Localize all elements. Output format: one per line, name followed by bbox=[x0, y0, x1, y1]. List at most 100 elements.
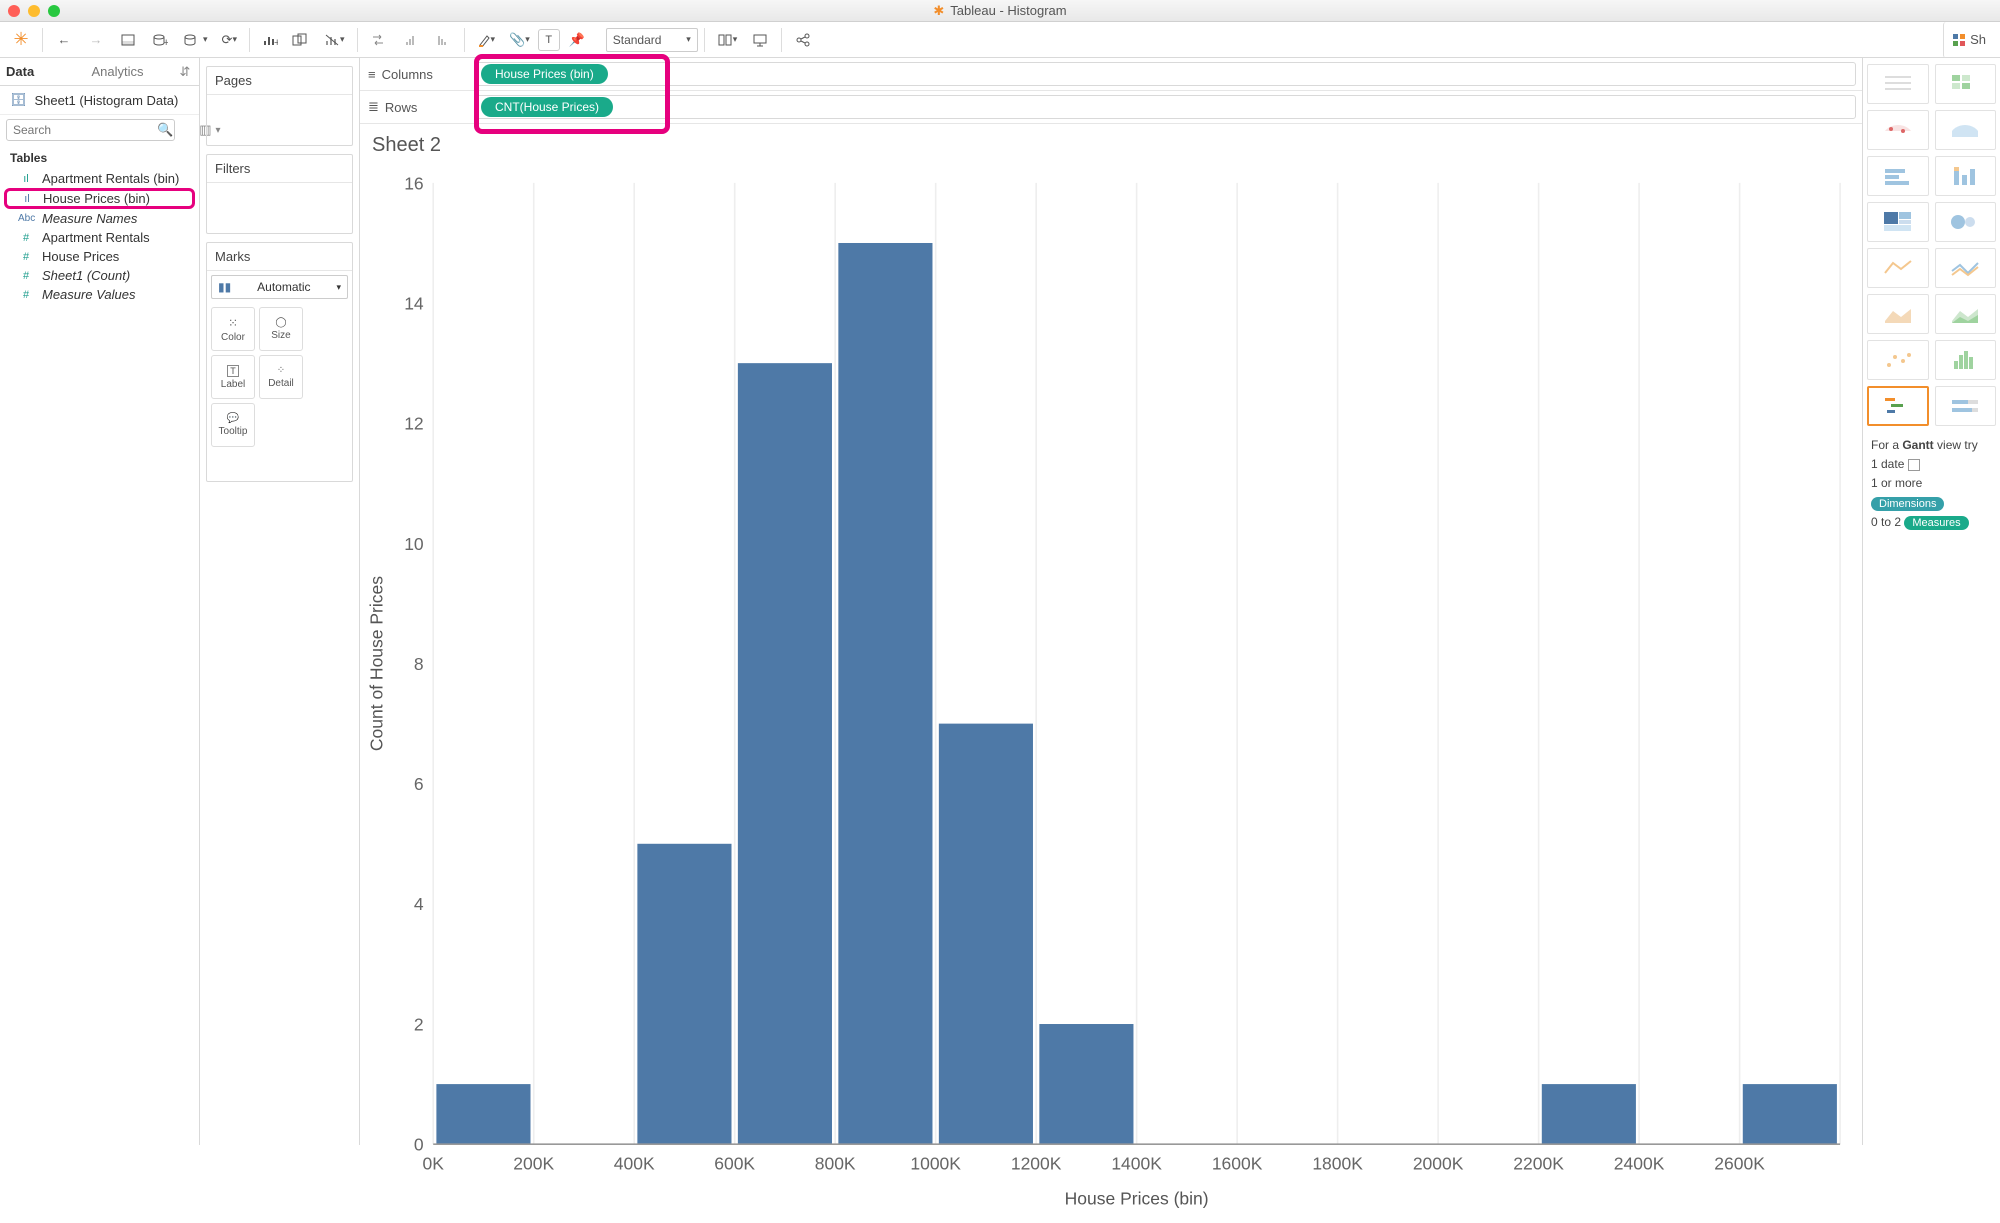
marks-label-button[interactable]: TLabel bbox=[211, 355, 255, 399]
field-measure-values[interactable]: #Measure Values bbox=[0, 285, 199, 304]
field-apartment-rentals-bin[interactable]: ılApartment Rentals (bin) bbox=[0, 169, 199, 188]
show-me-label: Sh bbox=[1970, 32, 1986, 47]
svg-text:1200K: 1200K bbox=[1011, 1154, 1062, 1174]
tab-analytics[interactable]: Analytics bbox=[86, 58, 172, 85]
chart-canvas[interactable]: 02468101214160K200K400K600K800K1000K1200… bbox=[360, 167, 1856, 1220]
sm-horiz-bar[interactable] bbox=[1867, 156, 1929, 196]
sm-scatter[interactable] bbox=[1867, 340, 1929, 380]
marks-type-selector[interactable]: ▮▮ Automatic ▾ bbox=[211, 275, 348, 299]
show-me-panel: For a Gantt view try 1 date 1 or more Di… bbox=[1862, 58, 2000, 1145]
svg-text:+: + bbox=[274, 37, 278, 47]
sm-map-filled[interactable] bbox=[1935, 110, 1997, 150]
sheet-title[interactable]: Sheet 2 bbox=[360, 124, 1862, 167]
tag-measures: Measures bbox=[1904, 516, 1968, 530]
new-datasource-button[interactable]: + bbox=[145, 26, 175, 54]
hint-text: 0 to 2 bbox=[1871, 515, 1904, 529]
swap-button[interactable] bbox=[364, 26, 394, 54]
columns-label: Columns bbox=[382, 67, 433, 82]
sm-line-disc[interactable] bbox=[1867, 248, 1929, 288]
sm-area-cont[interactable] bbox=[1935, 294, 1997, 334]
field-label: Sheet1 (Count) bbox=[42, 268, 130, 283]
window-traffic-lights bbox=[8, 5, 60, 17]
field-measure-names[interactable]: AbcMeasure Names bbox=[0, 209, 199, 228]
svg-text:1800K: 1800K bbox=[1312, 1154, 1363, 1174]
worksheet-area: ≡Columns House Prices (bin) ≣Rows CNT(Ho… bbox=[360, 58, 1862, 1145]
field-label: House Prices (bin) bbox=[43, 191, 150, 206]
svg-text:1600K: 1600K bbox=[1212, 1154, 1263, 1174]
field-apartment-rentals[interactable]: #Apartment Rentals bbox=[0, 228, 199, 247]
sm-stacked-bar[interactable] bbox=[1935, 156, 1997, 196]
marks-color-button[interactable]: ⁙Color bbox=[211, 307, 255, 351]
sort-asc-button[interactable] bbox=[396, 26, 426, 54]
rows-shelf[interactable]: ≣Rows CNT(House Prices) bbox=[360, 91, 1862, 124]
pin-button[interactable]: 📌 bbox=[562, 26, 592, 54]
zoom-window-icon[interactable] bbox=[48, 5, 60, 17]
close-window-icon[interactable] bbox=[8, 5, 20, 17]
tableau-logo-button[interactable]: ✳ bbox=[6, 26, 36, 54]
presentation-button[interactable] bbox=[745, 26, 775, 54]
highlight-button[interactable]: ▾ bbox=[471, 26, 502, 54]
sm-map-symbol[interactable] bbox=[1867, 110, 1929, 150]
columns-pill[interactable]: House Prices (bin) bbox=[481, 64, 608, 84]
show-me-button[interactable]: Sh bbox=[1943, 22, 1994, 58]
marks-type-label: Automatic bbox=[257, 280, 310, 294]
show-cards-button[interactable]: ▾ bbox=[711, 26, 744, 54]
marks-tooltip-button[interactable]: 💬Tooltip bbox=[211, 403, 255, 447]
rows-pill[interactable]: CNT(House Prices) bbox=[481, 97, 613, 117]
svg-text:2: 2 bbox=[414, 1014, 424, 1034]
bin-icon: ıl bbox=[19, 193, 35, 205]
sm-histogram[interactable] bbox=[1935, 340, 1997, 380]
sm-text-table[interactable] bbox=[1867, 64, 1929, 104]
group-button[interactable]: 📎▾ bbox=[503, 26, 536, 54]
tab-menu-icon[interactable]: ⇵ bbox=[171, 58, 199, 85]
tooltip-icon: 💬 bbox=[227, 413, 239, 424]
number-icon: # bbox=[18, 251, 34, 263]
field-house-prices-bin[interactable]: ıl House Prices (bin) bbox=[4, 188, 195, 209]
field-label: Apartment Rentals bbox=[42, 230, 150, 245]
new-worksheet-button[interactable]: + bbox=[256, 26, 284, 54]
sort-desc-button[interactable] bbox=[428, 26, 458, 54]
datasource-row[interactable]: 🗄 Sheet1 (Histogram Data) bbox=[0, 86, 199, 115]
sm-heat-map[interactable] bbox=[1935, 64, 1997, 104]
clear-sheet-button[interactable]: ▾ bbox=[318, 26, 351, 54]
refresh-button[interactable]: ⟳▾ bbox=[216, 26, 243, 54]
sm-gantt[interactable] bbox=[1867, 386, 1929, 426]
sm-line-cont[interactable] bbox=[1935, 248, 1997, 288]
abc-icon: Abc bbox=[18, 213, 34, 224]
field-label: House Prices bbox=[42, 249, 119, 264]
svg-text:200K: 200K bbox=[513, 1154, 554, 1174]
detail-icon: ⁘ bbox=[277, 365, 285, 376]
pages-card[interactable]: Pages bbox=[206, 66, 353, 146]
new-sheet-button[interactable]: ▾ bbox=[177, 26, 214, 54]
marks-detail-button[interactable]: ⁘Detail bbox=[259, 355, 303, 399]
share-button[interactable] bbox=[788, 26, 818, 54]
marks-size-button[interactable]: ◯Size bbox=[259, 307, 303, 351]
field-sheet1-count[interactable]: # Sheet1 (Count) bbox=[0, 266, 199, 285]
svg-text:2400K: 2400K bbox=[1614, 1154, 1665, 1174]
filters-card[interactable]: Filters bbox=[206, 154, 353, 234]
size-icon: ◯ bbox=[275, 317, 286, 328]
sm-area-disc[interactable] bbox=[1867, 294, 1929, 334]
columns-shelf[interactable]: ≡Columns House Prices (bin) bbox=[360, 58, 1862, 91]
marks-auto-icon: ▮▮ bbox=[218, 280, 231, 294]
sm-bullet[interactable] bbox=[1935, 386, 1997, 426]
field-list: ılApartment Rentals (bin) ıl House Prices… bbox=[0, 167, 199, 306]
search-icon[interactable]: 🔍 bbox=[157, 122, 173, 138]
minimize-window-icon[interactable] bbox=[28, 5, 40, 17]
duplicate-sheet-button[interactable] bbox=[286, 26, 316, 54]
sm-treemap[interactable] bbox=[1867, 202, 1929, 242]
svg-text:2000K: 2000K bbox=[1413, 1154, 1464, 1174]
number-icon: # bbox=[18, 270, 34, 282]
hint-bold: Gantt bbox=[1902, 438, 1933, 452]
sm-circle-views[interactable] bbox=[1935, 202, 1997, 242]
color-icon: ⁙ bbox=[228, 316, 238, 330]
forward-button[interactable]: → bbox=[81, 26, 111, 54]
label-icon: T bbox=[227, 365, 239, 377]
fit-selector[interactable]: Standard▾ bbox=[606, 28, 698, 52]
field-house-prices[interactable]: # House Prices bbox=[0, 247, 199, 266]
search-input[interactable] bbox=[6, 119, 175, 141]
save-button[interactable] bbox=[113, 26, 143, 54]
labels-button[interactable]: T bbox=[538, 29, 560, 51]
back-button[interactable]: ← bbox=[49, 26, 79, 54]
tab-data[interactable]: Data bbox=[0, 58, 86, 85]
